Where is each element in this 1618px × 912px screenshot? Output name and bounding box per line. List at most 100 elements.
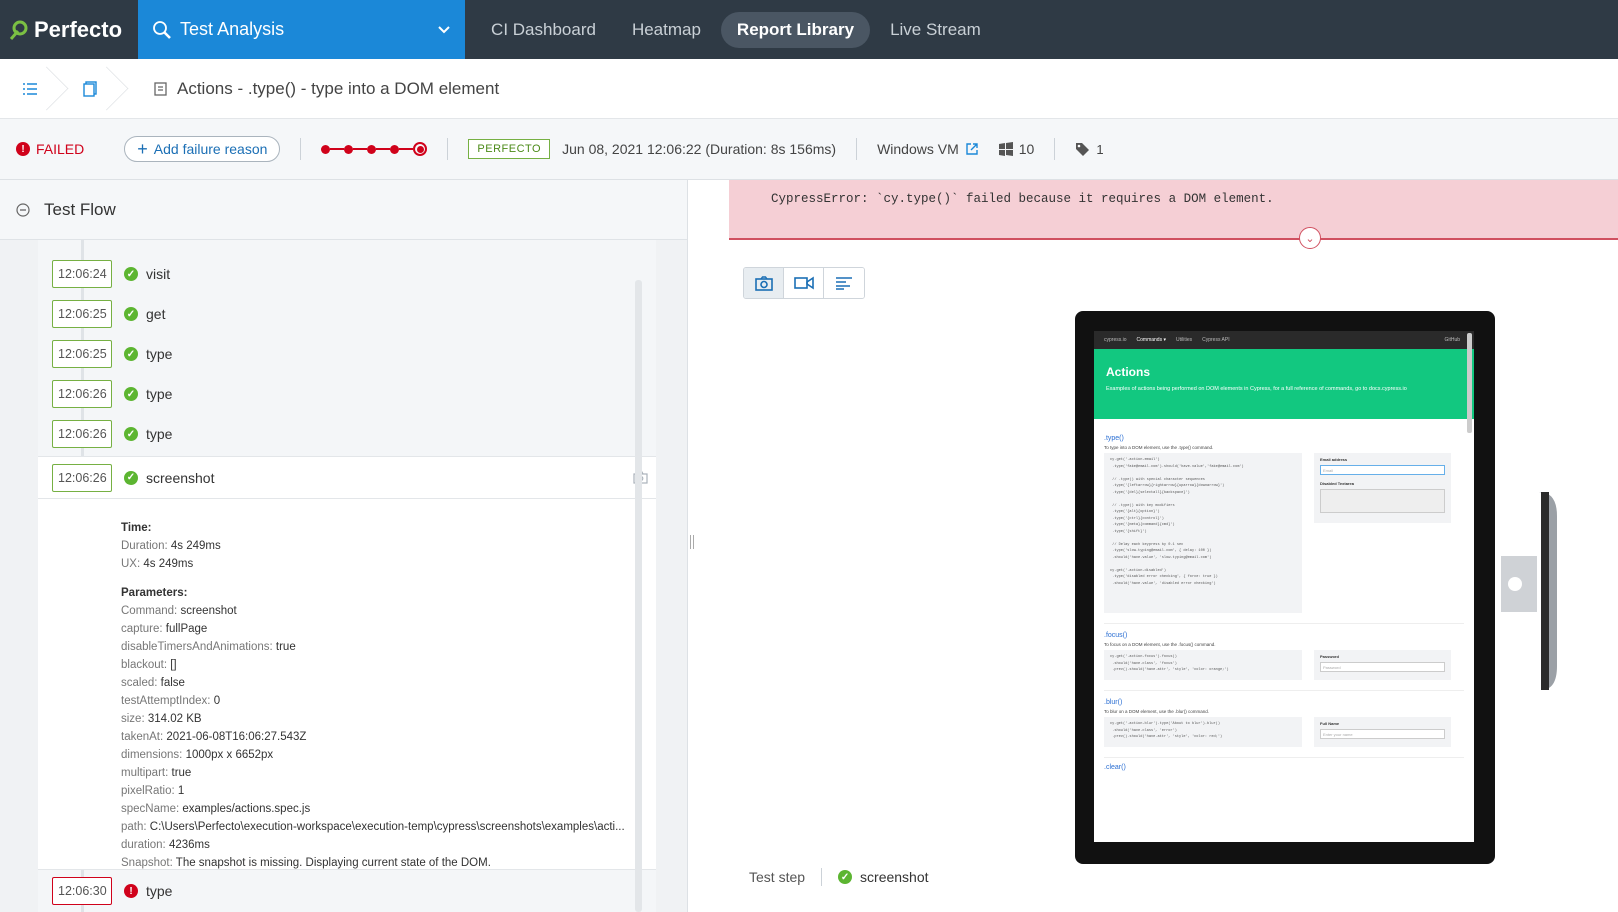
camera-icon — [754, 275, 773, 291]
tab-report-library[interactable]: Report Library — [720, 11, 871, 48]
param-key: pixelRatio: — [121, 785, 175, 797]
param-key: takenAt: — [121, 731, 164, 743]
step-row[interactable]: 12:06:26 ✓ type — [38, 414, 656, 454]
param-key: disableTimersAndAnimations: — [121, 641, 273, 653]
check-icon: ✓ — [124, 347, 138, 361]
plus-icon: + — [137, 139, 148, 159]
view-toggle — [743, 267, 865, 299]
analysis-search-icon — [153, 20, 171, 39]
param-row: capture: fullPage — [121, 620, 625, 638]
device-frame: cypress.io Commands ▾ Utilities Cypress … — [1075, 311, 1495, 864]
top-navbar: Perfecto Test Analysis CI Dashboard Heat… — [0, 0, 1618, 59]
artifact-footer: Test step ✓ screenshot — [729, 852, 1618, 902]
param-key: dimensions: — [121, 749, 183, 761]
check-icon: ✓ — [124, 307, 138, 321]
history-dot-current[interactable] — [413, 142, 428, 156]
video-view-button[interactable] — [784, 268, 824, 298]
step-row[interactable]: 12:06:25 ✓ get — [38, 294, 656, 334]
scrollbar[interactable] — [635, 280, 642, 912]
param-key: blackout: — [121, 659, 168, 671]
param-value: C:\Users\Perfecto\execution-workspace\ex… — [149, 821, 625, 833]
step-time: 12:06:30 — [52, 877, 112, 905]
params-heading: Parameters: — [121, 587, 188, 599]
list-icon — [23, 82, 37, 95]
step-row[interactable]: 12:06:26 ✓ type — [38, 374, 656, 414]
step-name: type — [146, 346, 173, 362]
log-view-button[interactable] — [824, 268, 864, 298]
param-key: multipart: — [121, 767, 169, 779]
param-row: path: C:\Users\Perfecto\execution-worksp… — [121, 818, 625, 836]
test-flow-title: Test Flow — [44, 199, 116, 219]
tab-live-stream[interactable]: Live Stream — [874, 12, 997, 48]
param-value: 0 — [213, 695, 221, 707]
history-dot[interactable] — [390, 144, 400, 154]
test-flow-header: Test Flow — [0, 180, 687, 240]
collapse-icon[interactable] — [16, 202, 30, 217]
ss-title: Actions — [1106, 365, 1151, 379]
screenshot-view-button[interactable] — [744, 268, 784, 298]
tag-icon[interactable] — [1075, 142, 1090, 157]
param-row: dimensions: 1000px x 6652px — [121, 746, 625, 764]
text-lines-icon — [836, 277, 852, 290]
tag-count: 1 — [1096, 141, 1104, 157]
status-badge: ! FAILED — [16, 141, 84, 157]
ss-section-desc: To type into a DOM element, use the .typ… — [1104, 445, 1214, 450]
ss-nav-item: Utilities — [1175, 337, 1193, 343]
external-link-icon[interactable] — [965, 142, 979, 156]
step-name: get — [146, 306, 166, 322]
step-row-selected[interactable]: 12:06:26 ✓ screenshot — [38, 456, 656, 498]
add-failure-reason-label: Add failure reason — [153, 141, 268, 157]
step-row[interactable]: 12:06:24 ✓ visit — [38, 254, 656, 294]
ss-input: Enter your name — [1320, 729, 1445, 739]
step-time: 12:06:26 — [52, 463, 112, 492]
ss-nav-item: Cypress API — [1202, 337, 1230, 343]
param-value: screenshot — [180, 605, 237, 617]
history-dot[interactable] — [367, 144, 377, 154]
run-date: Jun 08, 2021 12:06:22 (Duration: 8s 156m… — [562, 141, 837, 157]
param-row: specName: examples/actions.spec.js — [121, 800, 625, 818]
time-heading: Time: — [121, 522, 152, 534]
breadcrumb-report[interactable] — [60, 59, 120, 119]
step-name: type — [146, 386, 173, 402]
history-dot[interactable] — [344, 144, 354, 154]
resize-handle[interactable] — [690, 535, 694, 549]
param-value: true — [275, 641, 296, 653]
breadcrumb-list[interactable] — [0, 59, 60, 119]
ss-label: Disabled Textarea — [1320, 481, 1354, 486]
tab-heatmap[interactable]: Heatmap — [616, 12, 717, 48]
device-screenshot: cypress.io Commands ▾ Utilities Cypress … — [1094, 331, 1474, 842]
history-dots[interactable] — [321, 142, 428, 156]
ss-nav-item: GitHub — [1444, 337, 1460, 343]
ss-section-title: .type() — [1104, 435, 1124, 442]
perfecto-leaf-icon — [9, 20, 28, 40]
param-row: size: 314.02 KB — [121, 710, 625, 728]
perfecto-logo[interactable]: Perfecto — [0, 0, 138, 59]
tab-ci-dashboard[interactable]: CI Dashboard — [475, 12, 612, 48]
step-name: visit — [146, 266, 171, 282]
step-row-failed[interactable]: 12:06:30 ! type — [38, 870, 656, 912]
device-stand — [1501, 492, 1557, 690]
screenshot-navbar: cypress.io Commands ▾ Utilities Cypress … — [1094, 331, 1474, 349]
param-row: takenAt: 2021-06-08T16:06:27.543Z — [121, 728, 625, 746]
breadcrumb: Actions - .type() - type into a DOM elem… — [0, 59, 1618, 119]
step-row[interactable]: 12:06:25 ✓ type — [38, 334, 656, 374]
param-row: testAttemptIndex: 0 — [121, 692, 625, 710]
app-switcher[interactable]: Test Analysis — [138, 0, 466, 59]
step-name: type — [146, 426, 173, 442]
step-time: 12:06:26 — [52, 420, 112, 448]
ss-label: Password — [1320, 654, 1339, 659]
add-failure-reason-button[interactable]: + Add failure reason — [124, 136, 281, 162]
param-row: Command: screenshot — [121, 602, 625, 620]
expand-error-icon[interactable]: ⌄ — [1299, 227, 1321, 249]
param-value: 1000px x 6652px — [185, 749, 274, 761]
param-value: fullPage — [165, 623, 208, 635]
ss-input: Email — [1320, 465, 1445, 475]
divider — [447, 138, 449, 160]
brand-name: Perfecto — [34, 16, 123, 42]
history-dot[interactable] — [321, 144, 331, 154]
ux-key: UX: — [121, 558, 141, 570]
test-flow-steps: 12:06:24 ✓ visit 12:06:25 ✓ get 12:06:25 ✓… — [38, 240, 656, 912]
param-key: size: — [121, 713, 145, 725]
divider — [856, 138, 858, 160]
ss-nav-item: Commands ▾ — [1136, 337, 1166, 343]
